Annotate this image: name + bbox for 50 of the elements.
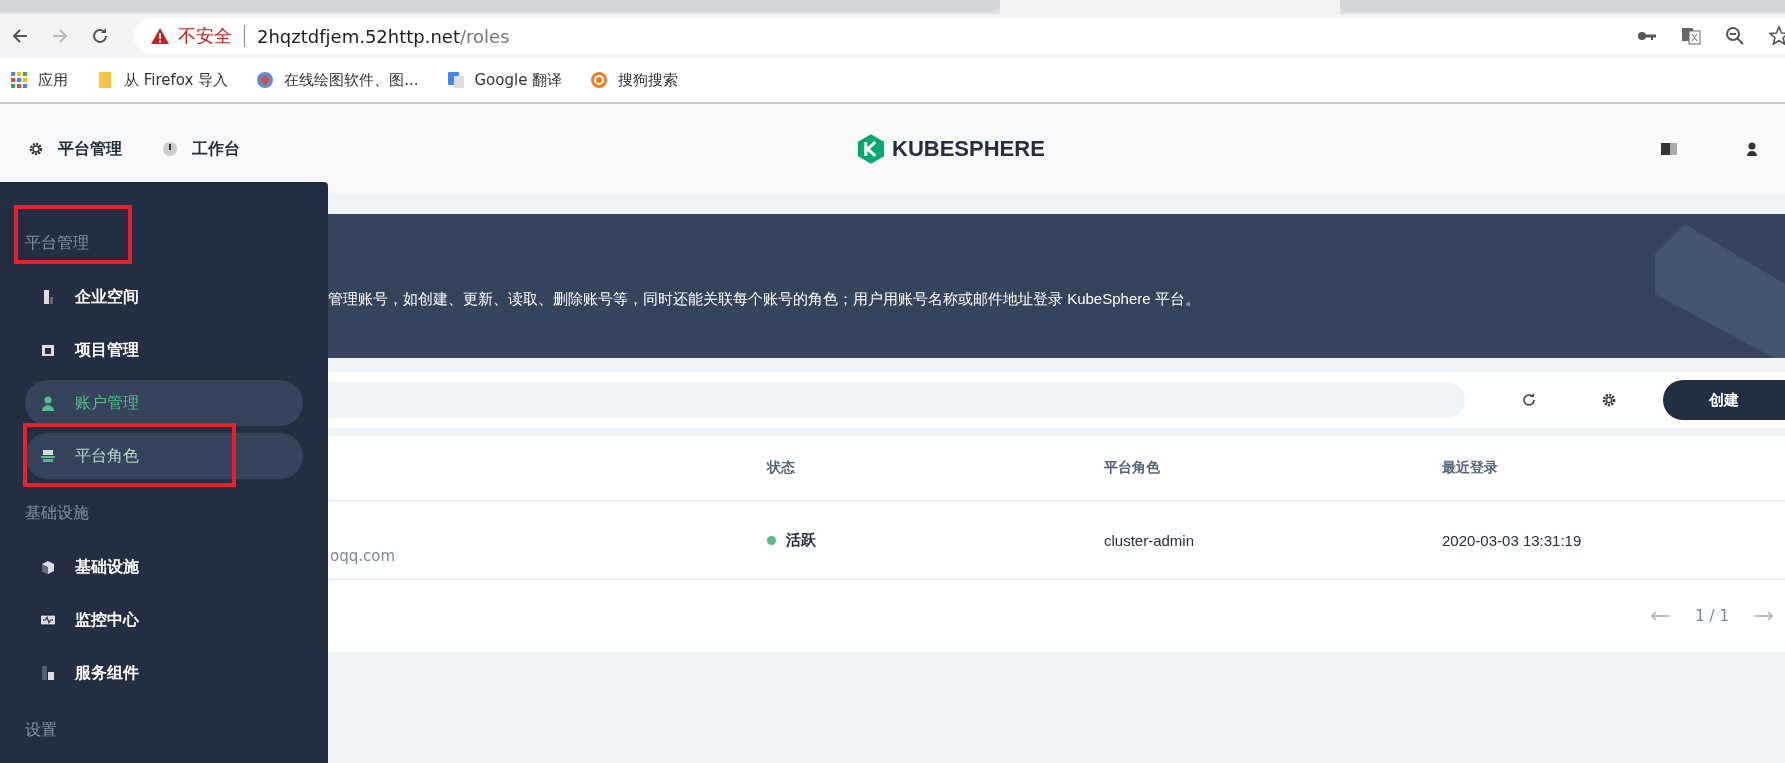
sidebar-item[interactable]: 基础设施 <box>25 544 303 590</box>
user-icon <box>41 395 55 411</box>
apps-grid-icon <box>10 71 28 89</box>
refresh-icon[interactable] <box>1521 392 1537 408</box>
sidebar-item[interactable]: 平台角色 <box>25 433 303 479</box>
reload-icon[interactable] <box>90 26 110 46</box>
section-title: 平台管理 <box>25 232 90 254</box>
sidebar-item[interactable]: 项目管理 <box>25 327 303 373</box>
status-text: 活跃 <box>786 530 816 550</box>
table-cell: oqq.com <box>330 547 396 565</box>
page-indicator: 1 / 1 <box>1695 607 1729 625</box>
theme-icon[interactable] <box>1661 143 1677 155</box>
section-title: 设置 <box>25 719 58 741</box>
bookmark[interactable]: 应用 <box>10 70 68 90</box>
cube-icon <box>41 559 55 575</box>
table-cell-text: cluster-admin <box>1104 531 1196 549</box>
sidebar-item[interactable]: 监控中心 <box>25 597 303 643</box>
bookmark[interactable]: Google 翻译 <box>446 70 563 90</box>
settings-icon[interactable] <box>1601 392 1617 408</box>
table-cell-text: 2020-03-03 13:31:19 <box>1442 531 1583 549</box>
column-header: 最近登录 <box>1442 459 1499 477</box>
building-icon <box>41 289 55 305</box>
components-icon <box>41 665 55 681</box>
column-header: 平台角色 <box>1104 459 1161 477</box>
logo-text: KUBESPHERE <box>892 136 1045 162</box>
warning-icon <box>150 27 170 45</box>
sidebar-item[interactable]: 服务组件 <box>25 650 303 696</box>
zoom-out-icon[interactable] <box>1725 26 1745 46</box>
role-icon <box>41 448 55 464</box>
bookmark[interactable]: 在线绘图软件、图... <box>256 70 419 90</box>
sidebar-item[interactable]: 企业空间 <box>25 274 303 320</box>
nav-link[interactable]: 平台管理 <box>28 138 122 160</box>
logo-icon <box>858 134 884 164</box>
star-icon[interactable] <box>1769 26 1785 46</box>
create-button[interactable]: 创建 <box>1663 380 1785 420</box>
sidebar-item[interactable]: 账户管理 <box>25 380 303 426</box>
section-title: 基础设施 <box>25 502 90 524</box>
ring-icon <box>590 71 609 89</box>
column-header: 状态 <box>767 459 796 477</box>
address-bar[interactable]: 不安全 2hqztdfjem.52http.net/roles <box>134 18 1785 54</box>
globe-icon <box>256 71 275 89</box>
user-icon[interactable] <box>1747 142 1757 156</box>
banner-description: 管理账号，如创建、更新、读取、删除账号等，同时还能关联每个账号的角色；用户用账号名称或邮件地址登录 KubeSphere 平台。 <box>328 290 1200 309</box>
square-icon <box>41 342 55 358</box>
bookmark[interactable]: 搜狗搜索 <box>590 70 679 90</box>
gear-icon <box>28 141 44 157</box>
dial-icon <box>162 141 178 157</box>
folder-icon <box>96 71 114 89</box>
bookmark[interactable]: 从 Firefox 导入 <box>96 70 229 90</box>
nav-link[interactable]: 工作台 <box>162 138 240 160</box>
